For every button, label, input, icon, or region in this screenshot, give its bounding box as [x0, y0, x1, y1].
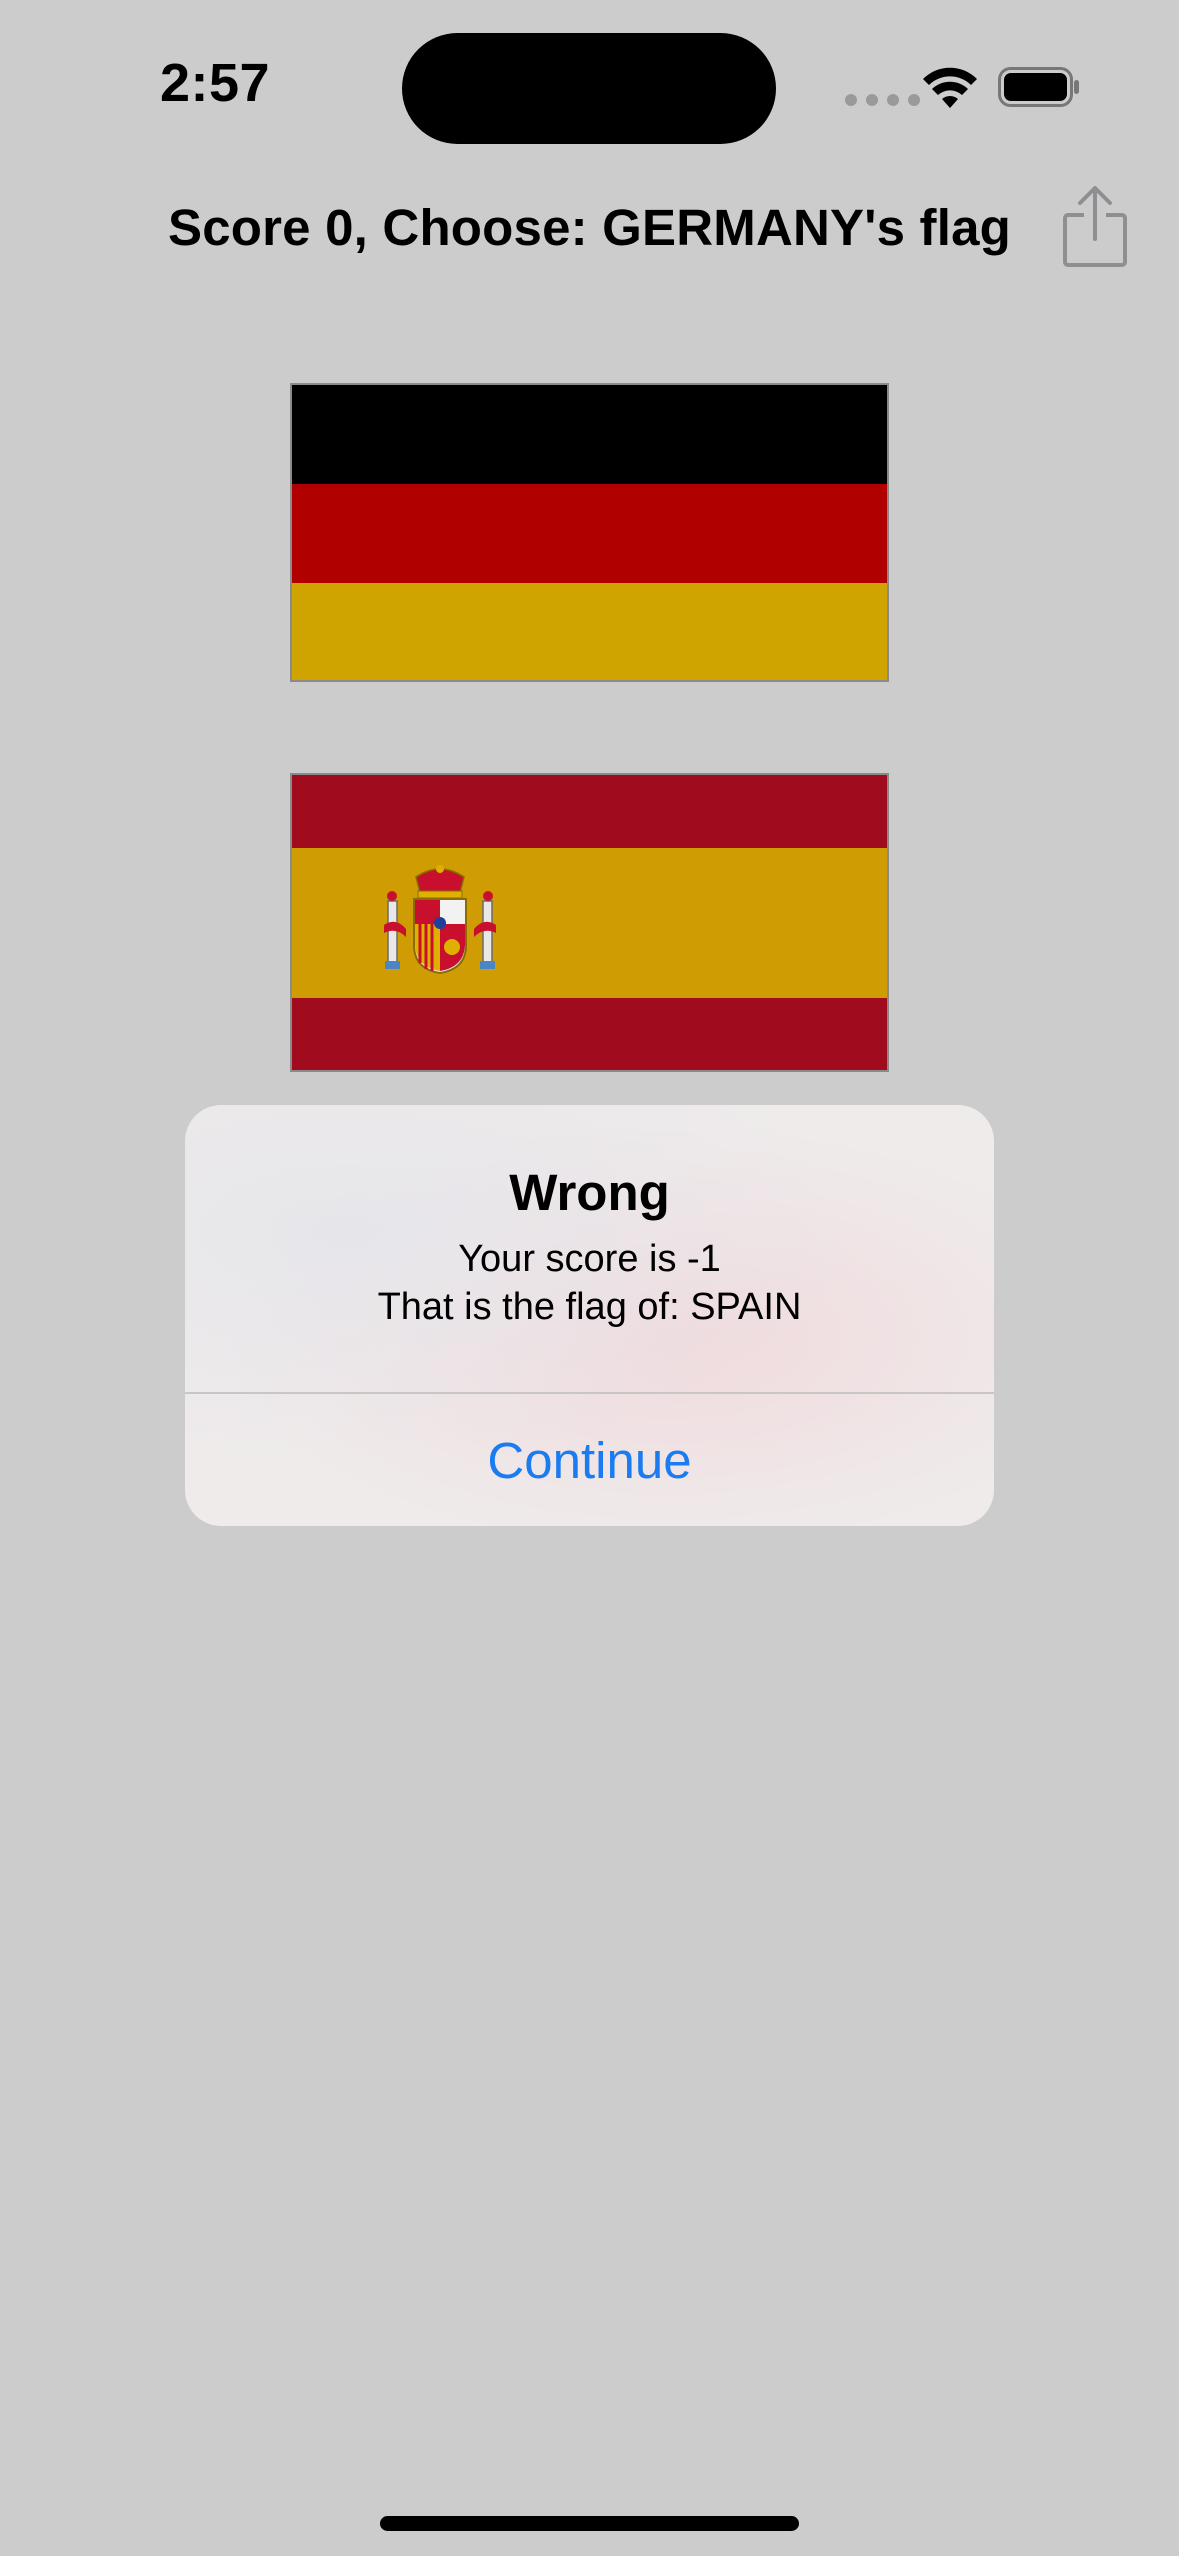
flag-stripe-red-bottom: [292, 998, 887, 1070]
wifi-icon: [923, 67, 977, 108]
coat-of-arms-icon: [384, 865, 496, 975]
alert-message-score: Your score is -1: [458, 1238, 721, 1280]
battery-icon: [998, 67, 1079, 107]
share-icon: [1063, 186, 1127, 267]
flag-stripe-black: [292, 385, 887, 484]
cellular-signal-icon: [845, 94, 920, 106]
alert-message: Your score is -1 That is the flag of: SP…: [185, 1235, 994, 1331]
home-indicator[interactable]: [380, 2516, 799, 2531]
flag-stripe-yellow: [292, 848, 887, 998]
page-title: Score 0, Choose: GERMANY's flag: [168, 199, 1011, 256]
alert-dialog: Wrong Your score is -1 That is the flag …: [185, 1105, 994, 1526]
status-bar: 2:57: [0, 0, 1179, 180]
continue-button[interactable]: Continue: [185, 1394, 994, 1526]
alert-title: Wrong: [509, 1164, 670, 1221]
status-time: 2:57: [160, 53, 271, 113]
share-button[interactable]: [1058, 183, 1132, 269]
alert-message-flag: That is the flag of: SPAIN: [377, 1286, 802, 1328]
flag-button-spain[interactable]: [290, 773, 889, 1072]
flag-button-germany[interactable]: [290, 383, 889, 682]
dynamic-island: [402, 33, 776, 144]
flag-stripe-red-top: [292, 775, 887, 848]
flag-stripe-red: [292, 484, 887, 583]
flag-stripe-gold: [292, 583, 887, 680]
